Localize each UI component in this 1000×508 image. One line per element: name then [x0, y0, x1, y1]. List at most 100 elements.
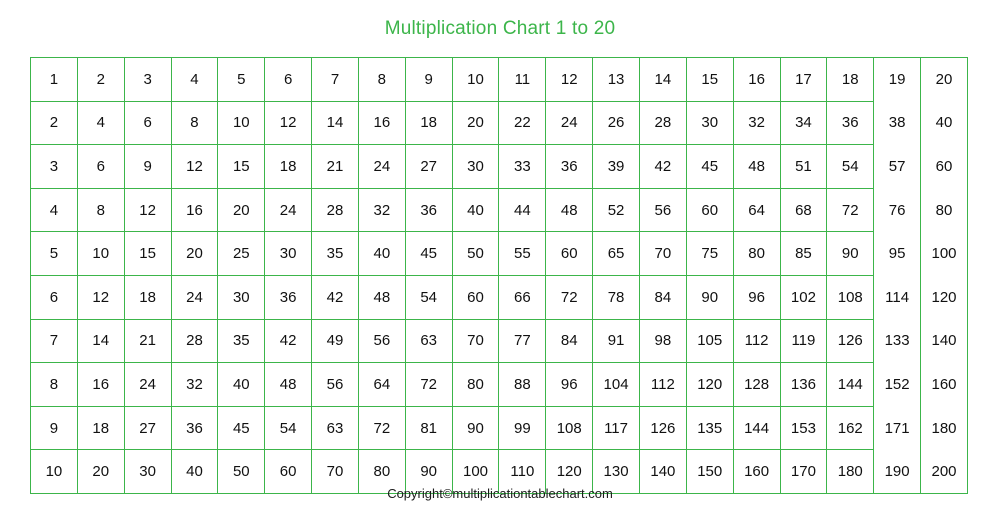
table-cell: 56 [311, 362, 359, 407]
table-cell: 48 [264, 362, 313, 407]
table-cell: 128 [732, 362, 781, 407]
table-cell: 102 [779, 274, 828, 320]
table-cell: 24 [357, 144, 406, 189]
table-cell: 20 [217, 187, 266, 233]
table-cell: 90 [685, 274, 734, 320]
table-cell: 162 [826, 405, 875, 451]
table-cell: 6 [123, 100, 172, 146]
table-cell: 180 [920, 406, 968, 450]
table-cell: 20 [451, 100, 500, 146]
table-row: 9 18 27 36 45 54 63 72 81 90 99 108 117 126 135 144 153 1… [30, 405, 968, 451]
table-cell: 16 [357, 100, 406, 146]
table-cell: 30 [451, 144, 500, 189]
table-cell: 35 [217, 318, 266, 364]
table-cell: 6 [30, 274, 78, 320]
table-cell: 5 [217, 57, 266, 102]
table-cell: 95 [873, 231, 922, 276]
table-cell: 36 [404, 187, 453, 233]
table-row: 4 8 12 16 20 24 28 32 36 40 44 48 52 56 60 64 68 72 76 80 [30, 187, 968, 233]
table-cell: 140 [920, 319, 968, 363]
table-cell: 100 [920, 231, 968, 276]
table-cell: 133 [873, 319, 922, 363]
table-row: 6 12 18 24 30 36 42 48 54 60 66 72 78 84 90 96 102 108 114… [30, 274, 968, 320]
copyright-notice: Copyright©multiplicationtablechart.com [387, 486, 613, 501]
table-cell: 152 [873, 362, 922, 407]
table-row: 1 2 3 4 5 6 7 8 9 10 11 12 13 14 15 16 17 18 19 20 [30, 57, 968, 102]
table-cell: 30 [264, 231, 313, 276]
table-cell: 56 [638, 187, 687, 233]
multiplication-chart: 1 2 3 4 5 6 7 8 9 10 11 12 13 14 15 16 17 18 19 20 2 4 6 8 10 12 1… [30, 57, 968, 494]
table-cell: 36 [170, 405, 219, 451]
table-cell: 9 [404, 57, 453, 102]
table-cell: 52 [592, 187, 640, 233]
table-cell: 8 [30, 362, 78, 407]
table-cell: 12 [76, 274, 125, 320]
table-cell: 70 [638, 231, 687, 276]
table-cell: 36 [826, 100, 875, 146]
table-cell: 24 [123, 362, 172, 407]
table-cell: 15 [685, 57, 734, 102]
table-cell: 77 [498, 318, 547, 364]
table-cell: 60 [451, 274, 500, 320]
table-cell: 8 [357, 57, 406, 102]
table-row: 5 10 15 20 25 30 35 40 45 50 55 60 65 70 75 80 85 90 95 100 [30, 231, 968, 276]
table-cell: 20 [170, 231, 219, 276]
table-cell: 54 [404, 274, 453, 320]
multiplication-table-body: 1 2 3 4 5 6 7 8 9 10 11 12 13 14 15 16 17 18 19 20 2 4 6 8 10 12 1… [30, 57, 968, 494]
table-cell: 114 [873, 275, 922, 320]
table-cell: 17 [779, 57, 828, 102]
table-cell: 15 [217, 144, 266, 189]
table-cell: 96 [545, 362, 594, 407]
table-cell: 15 [123, 231, 172, 276]
table-cell: 32 [357, 187, 406, 233]
table-cell: 20 [920, 57, 968, 102]
table-cell: 48 [732, 144, 781, 189]
table-cell: 36 [545, 144, 594, 189]
table-cell: 76 [873, 188, 922, 232]
table-cell: 120 [685, 362, 734, 407]
table-cell: 80 [732, 231, 781, 276]
table-cell: 35 [311, 231, 359, 276]
table-cell: 38 [873, 101, 922, 145]
table-cell: 24 [170, 274, 219, 320]
table-cell: 6 [76, 144, 125, 189]
table-cell: 144 [826, 362, 875, 407]
table-cell: 16 [76, 362, 125, 407]
table-cell: 1 [30, 57, 78, 102]
table-cell: 25 [217, 231, 266, 276]
table-cell: 27 [123, 405, 172, 451]
table-cell: 21 [311, 144, 359, 189]
table-cell: 3 [123, 57, 172, 102]
table-cell: 12 [170, 144, 219, 189]
table-cell: 72 [357, 405, 406, 451]
table-cell: 80 [920, 188, 968, 232]
table-cell: 34 [779, 100, 828, 146]
table-cell: 99 [498, 405, 547, 451]
table-cell: 81 [404, 405, 453, 451]
table-cell: 80 [451, 362, 500, 407]
table-cell: 7 [30, 318, 78, 364]
table-cell: 10 [451, 57, 500, 102]
table-cell: 78 [592, 274, 640, 320]
table-cell: 12 [123, 187, 172, 233]
table-cell: 98 [638, 318, 687, 364]
table-cell: 8 [76, 187, 125, 233]
table-cell: 18 [264, 144, 313, 189]
table-cell: 65 [592, 231, 640, 276]
table-cell: 120 [920, 275, 968, 320]
table-cell: 153 [779, 405, 828, 451]
table-cell: 8 [170, 100, 219, 146]
table-cell: 55 [498, 231, 547, 276]
table-cell: 28 [311, 187, 359, 233]
table-cell: 30 [217, 274, 266, 320]
table-cell: 144 [732, 405, 781, 451]
table-cell: 28 [638, 100, 687, 146]
table-cell: 160 [920, 362, 968, 407]
table-cell: 63 [404, 318, 453, 364]
table-cell: 10 [217, 100, 266, 146]
table-row: 3 6 9 12 15 18 21 24 27 30 33 36 39 42 45 48 51 54 57 60 [30, 144, 968, 189]
table-cell: 112 [638, 362, 687, 407]
table-cell: 40 [357, 231, 406, 276]
table-cell: 40 [451, 187, 500, 233]
table-cell: 14 [76, 318, 125, 364]
